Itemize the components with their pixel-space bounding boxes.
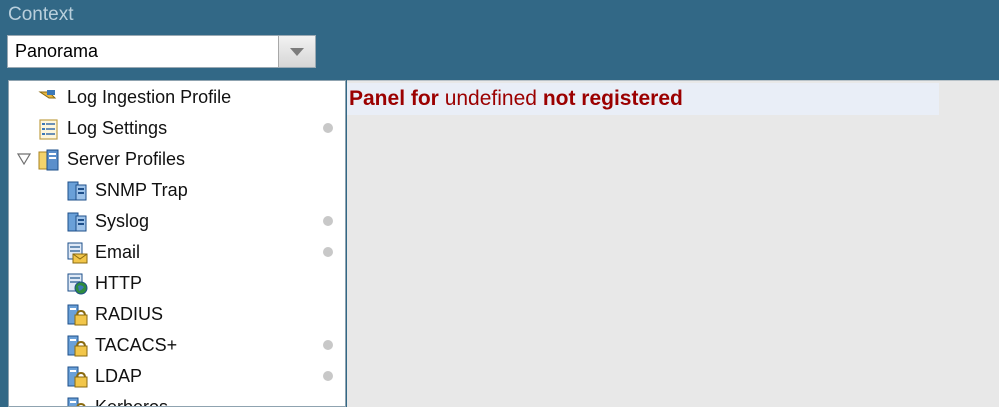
status-dot xyxy=(323,123,333,133)
chevron-down-icon xyxy=(290,47,304,56)
syslog-icon xyxy=(67,212,87,231)
server-profiles-icon xyxy=(38,149,59,170)
error-text-part2: undefined xyxy=(444,87,537,110)
snmp-trap-icon xyxy=(67,181,87,200)
context-select[interactable]: Panorama xyxy=(7,35,316,68)
log-ingestion-icon xyxy=(38,89,57,98)
tacacs-icon xyxy=(67,335,88,356)
tree-item-label: Server Profiles xyxy=(67,149,186,169)
navigation-tree-panel[interactable]: Log Ingestion Profile Log Settings Serve… xyxy=(8,80,346,407)
email-icon xyxy=(67,242,88,263)
tree-item-http[interactable]: HTTP xyxy=(9,268,345,299)
error-text-part3: not registered xyxy=(542,87,683,110)
tree-item-radius[interactable]: RADIUS xyxy=(9,299,345,330)
tree-item-label: Log Ingestion Profile xyxy=(67,87,232,107)
error-text-part1: Panel for xyxy=(349,87,439,110)
tree-item-log-settings[interactable]: Log Settings xyxy=(9,113,345,144)
tree-item-kerberos[interactable]: Kerberos xyxy=(9,392,345,407)
tree-item-syslog[interactable]: Syslog xyxy=(9,206,345,237)
ldap-icon xyxy=(67,366,88,387)
kerberos-icon xyxy=(67,397,86,406)
status-dot xyxy=(323,340,333,350)
tree-item-label: HTTP xyxy=(95,273,142,293)
status-dot xyxy=(323,247,333,257)
tree-item-server-profiles[interactable]: Server Profiles xyxy=(9,144,345,175)
tree-item-ldap[interactable]: LDAP xyxy=(9,361,345,392)
tree-item-label: RADIUS xyxy=(95,304,164,324)
dropdown-arrow-button[interactable] xyxy=(278,36,315,67)
http-icon xyxy=(67,273,88,294)
tree-item-label: Log Settings xyxy=(67,118,168,138)
panel-error-message: Panel for undefined not registered xyxy=(347,83,939,115)
status-dot xyxy=(323,371,333,381)
content-panel: Panel for undefined not registered xyxy=(347,80,999,407)
tree-item-log-ingestion-profile[interactable]: Log Ingestion Profile xyxy=(9,82,345,113)
log-settings-icon xyxy=(39,118,58,140)
tree-item-label: TACACS+ xyxy=(95,335,178,355)
expand-collapse-triangle-icon[interactable] xyxy=(17,153,31,165)
tree-item-label: Kerberos xyxy=(95,397,169,407)
status-dot xyxy=(323,216,333,226)
tree-item-label: Syslog xyxy=(95,211,150,231)
tree-item-label: SNMP Trap xyxy=(95,180,188,200)
radius-icon xyxy=(67,304,88,325)
tree-item-label: LDAP xyxy=(95,366,143,386)
tree-item-label: Email xyxy=(95,242,141,262)
context-label: Context xyxy=(8,4,74,25)
context-select-value: Panorama xyxy=(15,41,99,61)
tree-item-tacacs[interactable]: TACACS+ xyxy=(9,330,345,361)
tree-item-email[interactable]: Email xyxy=(9,237,345,268)
tree-item-snmp-trap[interactable]: SNMP Trap xyxy=(9,175,345,206)
